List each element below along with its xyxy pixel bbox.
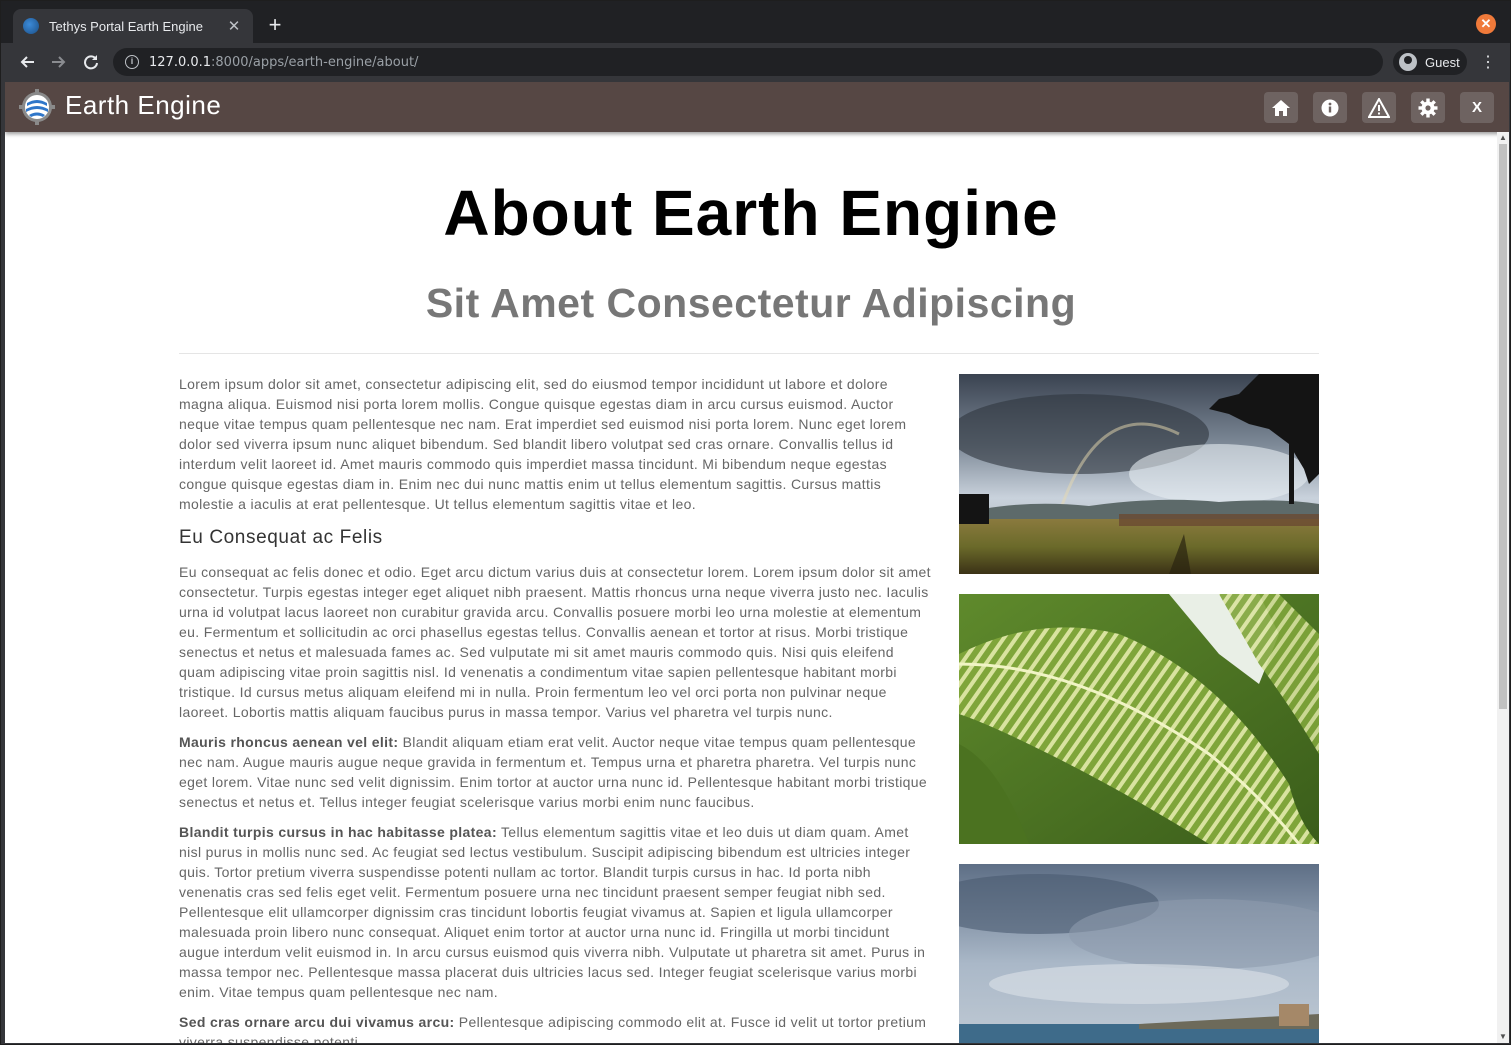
page-viewport: Earth Engine X About Earth Engine Sit Am… bbox=[5, 82, 1509, 1043]
scroll-up-icon[interactable]: ▲ bbox=[1497, 132, 1509, 144]
landscape-rainbow-photo bbox=[959, 374, 1319, 574]
arrow-right-icon bbox=[52, 56, 66, 68]
arrow-left-icon bbox=[20, 56, 34, 68]
section-paragraph: Eu consequat ac felis donec et odio. Ege… bbox=[179, 564, 931, 720]
profile-label: Guest bbox=[1425, 54, 1460, 70]
app-title[interactable]: Earth Engine bbox=[65, 90, 221, 121]
back-button[interactable] bbox=[15, 50, 39, 74]
intro-paragraph: Lorem ipsum dolor sit amet, consectetur … bbox=[179, 376, 907, 512]
site-info-icon[interactable]: i bbox=[125, 55, 139, 69]
warning-icon bbox=[1368, 97, 1390, 118]
about-text: Lorem ipsum dolor sit amet, consectetur … bbox=[179, 374, 931, 1043]
section-heading: Eu Consequat ac Felis bbox=[179, 527, 383, 548]
forward-button[interactable] bbox=[47, 50, 71, 74]
page-title: About Earth Engine bbox=[443, 177, 1059, 249]
scroll-thumb[interactable] bbox=[1499, 144, 1507, 709]
avatar-icon bbox=[1399, 53, 1417, 71]
tab-strip: Tethys Portal Earth Engine ✕ + ✕ bbox=[1, 1, 1510, 43]
gear-icon bbox=[1418, 98, 1438, 117]
list-item: Blandit turpis cursus in hac habitasse p… bbox=[179, 822, 931, 1002]
home-icon bbox=[1272, 99, 1290, 116]
item-lead: Sed cras ornare arcu dui vivamus arcu: bbox=[179, 1014, 455, 1030]
tab-title: Tethys Portal Earth Engine bbox=[49, 18, 203, 34]
feedback-button[interactable] bbox=[1362, 92, 1396, 123]
info-icon bbox=[1321, 99, 1339, 116]
app-header: Earth Engine X bbox=[5, 82, 1509, 132]
item-lead: Mauris rhoncus aenean vel elit: bbox=[179, 734, 399, 750]
cloudy-coast-photo bbox=[959, 864, 1319, 1043]
info-button[interactable] bbox=[1313, 92, 1347, 123]
browser-tab[interactable]: Tethys Portal Earth Engine ✕ bbox=[13, 9, 253, 43]
menu-kebab-icon[interactable]: ⋮ bbox=[1480, 52, 1496, 72]
page-scrollbar[interactable]: ▲ ▼ bbox=[1497, 132, 1509, 1043]
url-host: 127.0.0.1 bbox=[149, 54, 212, 70]
app-logo-icon bbox=[19, 89, 55, 125]
striped-leaf-photo bbox=[959, 594, 1319, 844]
reload-icon bbox=[84, 55, 98, 70]
new-tab-button[interactable]: + bbox=[263, 13, 287, 37]
item-lead: Blandit turpis cursus in hac habitasse p… bbox=[179, 824, 497, 840]
favicon-icon bbox=[23, 18, 39, 34]
address-bar[interactable]: i 127.0.0.1 :8000/apps/earth-engine/abou… bbox=[113, 48, 1383, 76]
page-subtitle: Sit Amet Consectetur Adipiscing bbox=[425, 280, 1077, 326]
close-icon: X bbox=[1471, 99, 1482, 116]
item-text: Tellus elementum sagittis vitae et leo d… bbox=[179, 824, 926, 1000]
divider bbox=[179, 353, 1319, 354]
main-content: About Earth Engine Sit Amet Consectetur … bbox=[5, 132, 1497, 1043]
reload-button[interactable] bbox=[79, 50, 103, 74]
exit-app-button[interactable]: X bbox=[1460, 92, 1494, 123]
list-item: Mauris rhoncus aenean vel elit: Blandit … bbox=[179, 732, 931, 812]
url-path: :8000/apps/earth-engine/about/ bbox=[211, 54, 419, 70]
window-close-button[interactable]: ✕ bbox=[1476, 14, 1496, 34]
browser-window: Tethys Portal Earth Engine ✕ + ✕ i 127.0… bbox=[0, 0, 1511, 1045]
browser-toolbar: i 127.0.0.1 :8000/apps/earth-engine/abou… bbox=[1, 43, 1510, 81]
home-button[interactable] bbox=[1264, 92, 1298, 123]
list-item: Sed cras ornare arcu dui vivamus arcu: P… bbox=[179, 1012, 931, 1043]
tab-close-icon[interactable]: ✕ bbox=[225, 17, 243, 35]
profile-button[interactable]: Guest bbox=[1393, 49, 1467, 75]
settings-button[interactable] bbox=[1411, 92, 1445, 123]
image-column bbox=[959, 374, 1319, 1043]
scroll-down-icon[interactable]: ▼ bbox=[1497, 1031, 1509, 1043]
